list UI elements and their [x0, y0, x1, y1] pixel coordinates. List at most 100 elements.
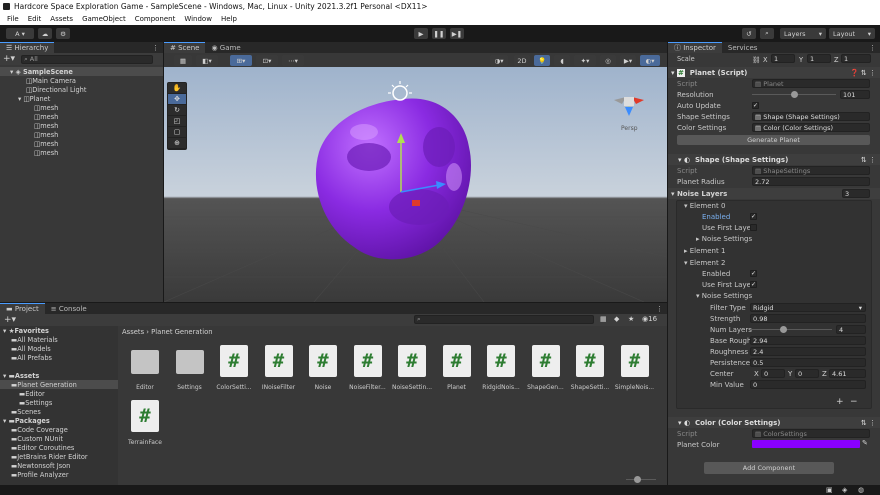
filter-type-icon[interactable]: ▦ [600, 315, 607, 323]
add-element-button[interactable]: + [836, 397, 844, 407]
menu-window[interactable]: Window [184, 15, 212, 23]
audio-icon[interactable]: ◖ [554, 55, 570, 66]
element-0-noise-settings-foldout[interactable]: ▸ Noise Settings [696, 235, 752, 243]
asset-script[interactable]: # ColorSetti... [213, 345, 255, 391]
remove-element-button[interactable]: − [850, 397, 858, 407]
asset-script[interactable]: # ShapeSetti... [569, 345, 611, 391]
center-x-field[interactable]: 0 [761, 369, 785, 378]
camera-icon[interactable]: ▶▾ [620, 55, 636, 66]
cloud-icon[interactable]: ☁ [38, 28, 52, 39]
debug-icon[interactable]: ◈ [842, 486, 847, 494]
project-tree-item[interactable]: ▬ All Models [0, 344, 118, 353]
persistence-field[interactable]: 0.5 [750, 358, 866, 367]
component-menu-icon[interactable]: ❓ ⇅ ⋮ [850, 69, 876, 77]
asset-folder[interactable]: Editor [124, 345, 166, 391]
asset-script[interactable]: # INoiseFilter [258, 345, 300, 391]
scale-z-field[interactable]: 1 [841, 54, 871, 63]
project-tree-item[interactable]: ▬ JetBrains Rider Editor [0, 452, 118, 461]
tab-hierarchy[interactable]: ☰ Hierarchy [0, 42, 55, 53]
scene-viewport[interactable]: Persp [164, 67, 667, 302]
breadcrumb-planet-generation[interactable]: Planet Generation [151, 328, 212, 336]
hierarchy-item[interactable]: ◫ mesh [0, 130, 163, 139]
num-layers-slider[interactable] [750, 325, 832, 334]
gizmos-icon[interactable]: ◐▾ [640, 55, 660, 66]
more-icon[interactable]: ⋮ [152, 44, 159, 52]
hierarchy-item[interactable]: ◫ mesh [0, 148, 163, 157]
element-0-enabled-checkbox[interactable]: ✓ [750, 213, 757, 220]
layers-dropdown[interactable]: Layers ▾ [780, 28, 826, 39]
visibility-icon[interactable]: ◉16 [642, 315, 657, 323]
asset-script[interactable]: # ShapeGen... [525, 345, 567, 391]
project-tree-item[interactable]: ▬ Code Coverage [0, 425, 118, 434]
scene-root[interactable]: ▾ ◈ SampleScene [0, 67, 163, 76]
tab-project[interactable]: ▬ Project [0, 303, 45, 314]
project-tree-item[interactable]: ▬ Editor Coroutines [0, 443, 118, 452]
auto-update-checkbox[interactable]: ✓ [752, 102, 759, 109]
hierarchy-item-planet[interactable]: ▾ ◫ Planet [0, 94, 163, 103]
eyedropper-icon[interactable]: ✎ [862, 439, 868, 447]
planet-radius-field[interactable]: 2.72 [752, 177, 870, 186]
asset-script[interactable]: # RidgidNois... [480, 345, 522, 391]
light-icon[interactable]: 💡 [534, 55, 550, 66]
color-settings-field[interactable]: ▤ Color (Color Settings) [752, 123, 870, 132]
strength-field[interactable]: 0.98 [750, 314, 866, 323]
hierarchy-search-input[interactable]: ⌕ All [21, 54, 154, 64]
project-tree-item[interactable]: ▬ All Materials [0, 335, 118, 344]
project-tree-item[interactable]: ▾ ▬ Packages [0, 416, 118, 425]
mode-2d-button[interactable]: 2D [514, 55, 530, 66]
hidden-icon[interactable]: ◎ [600, 55, 616, 66]
element-2-enabled-checkbox[interactable]: ✓ [750, 270, 757, 277]
asset-script[interactable]: # NoiseFilter... [347, 345, 389, 391]
menu-file[interactable]: File [7, 15, 19, 23]
add-icon[interactable]: +▾ [3, 54, 15, 64]
scale-tool-icon[interactable]: ◰ [168, 116, 186, 127]
hierarchy-item[interactable]: ◫ mesh [0, 139, 163, 148]
element-0-use-first-checkbox[interactable] [750, 224, 757, 231]
transform-tool-icon[interactable]: ⊕ [168, 138, 186, 149]
roughness-field[interactable]: 2.4 [750, 347, 866, 356]
play-button[interactable]: ▶ [414, 28, 428, 39]
generate-planet-button[interactable]: Generate Planet [677, 135, 870, 145]
tab-inspector[interactable]: ⓘ Inspector [668, 42, 722, 53]
element-2-noise-settings-foldout[interactable]: ▾ Noise Settings [696, 292, 752, 300]
hierarchy-item[interactable]: ◫ Main Camera [0, 76, 163, 85]
shape-settings-header[interactable]: ▾ ◐ Shape (Shape Settings) ⇅ ⋮ [668, 154, 880, 165]
tab-scene[interactable]: # Scene [164, 42, 206, 53]
project-tree-item[interactable]: ▬ Custom NUnit [0, 434, 118, 443]
link-icon[interactable]: ⛓ [752, 56, 760, 64]
element-0-foldout[interactable]: ▾ Element 0 [684, 202, 725, 210]
project-tree-item[interactable]: ▬ Scenes [0, 407, 118, 416]
favorite-icon[interactable]: ★ [628, 315, 634, 323]
min-value-field[interactable]: 0 [750, 380, 866, 389]
asset-script[interactable]: # NoiseSettin... [391, 345, 433, 391]
step-button[interactable]: ▶❚ [450, 28, 464, 39]
tab-services[interactable]: Services [722, 42, 764, 53]
menu-component[interactable]: Component [135, 15, 176, 23]
noise-layers-foldout[interactable]: ▾ Noise Layers [671, 190, 727, 198]
rotate-tool-icon[interactable]: ↻ [168, 105, 186, 116]
menu-edit[interactable]: Edit [28, 15, 42, 23]
more-icon[interactable]: ⋮ [656, 305, 663, 313]
noise-layers-count-field[interactable]: 3 [842, 189, 870, 198]
planet-color-swatch[interactable] [752, 440, 860, 448]
project-tree-item[interactable]: ▬ Editor [0, 389, 118, 398]
menu-assets[interactable]: Assets [50, 15, 73, 23]
num-layers-field[interactable]: 4 [836, 325, 866, 334]
menu-gameobject[interactable]: GameObject [82, 15, 126, 23]
asset-script[interactable]: # SimpleNois... [614, 345, 656, 391]
hierarchy-item[interactable]: ◫ mesh [0, 112, 163, 121]
notifications-icon[interactable]: ◍ [858, 486, 864, 494]
effects-icon[interactable]: ✦▾ [574, 55, 596, 66]
hierarchy-item[interactable]: ◫ Directional Light [0, 85, 163, 94]
project-tree-item[interactable]: ▾ ▬ Assets [0, 371, 118, 380]
rect-tool-icon[interactable]: ▢ [168, 127, 186, 138]
planet-script-header[interactable]: ▾ # Planet (Script) ❓ ⇅ ⋮ [668, 67, 880, 78]
account-dropdown[interactable]: A ▾ [6, 28, 34, 39]
draw-mode-icon[interactable]: ▦ [174, 55, 192, 66]
more-icon[interactable]: ⋮ [869, 44, 876, 52]
tab-console[interactable]: ≡ Console [45, 303, 93, 314]
resolution-field[interactable]: 101 [840, 90, 870, 99]
add-component-button[interactable]: Add Component [704, 462, 834, 474]
history-icon[interactable]: ↺ [742, 28, 756, 39]
project-tree-item[interactable]: ▬ Newtonsoft Json [0, 461, 118, 470]
